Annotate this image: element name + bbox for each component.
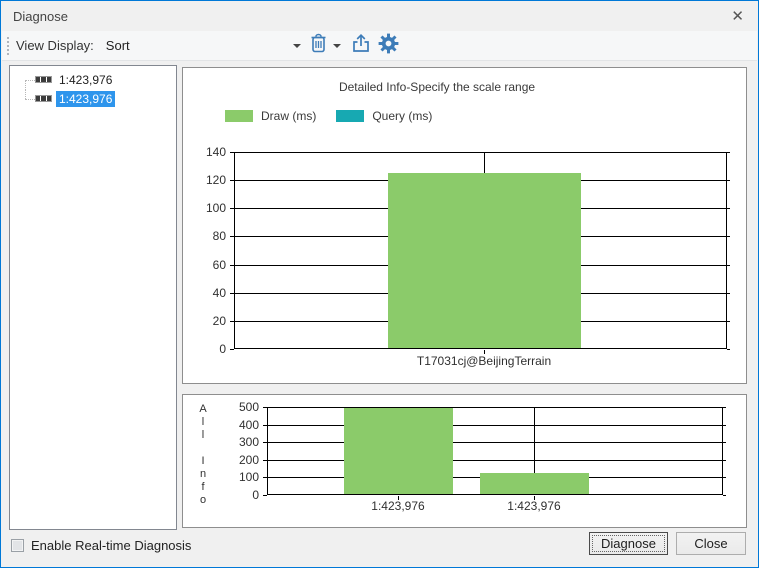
close-button[interactable]: Close <box>676 532 746 555</box>
y-axis-label: 20 <box>186 314 226 328</box>
toolbar: View Display: Sort <box>2 31 757 61</box>
chevron-down-icon <box>333 44 341 48</box>
y-tick <box>263 460 267 461</box>
y-axis-label: 0 <box>186 342 226 356</box>
y-axis-label: 500 <box>219 400 259 414</box>
y-tick <box>263 407 267 408</box>
tree-item-label: 1:423,976 <box>56 72 115 88</box>
checkbox-box[interactable] <box>11 539 24 552</box>
combobox-value: Sort <box>106 38 130 53</box>
y-tick <box>230 349 234 350</box>
y-axis-label: 200 <box>219 453 259 467</box>
y-tick <box>230 265 234 266</box>
legend-swatch <box>336 110 364 122</box>
export-icon <box>351 33 371 59</box>
bar <box>480 473 589 495</box>
tree-item-label: 1:423,976 <box>56 91 115 107</box>
tree-item[interactable]: 1:423,976 <box>20 70 176 89</box>
diagnose-dialog: Diagnose ✕ View Display: Sort <box>0 0 759 568</box>
y-axis-label: 60 <box>186 258 226 272</box>
y-tick-right <box>727 236 730 237</box>
scalebar-icon <box>36 96 51 101</box>
y-tick-right <box>727 208 730 209</box>
y-tick-right <box>723 442 726 443</box>
y-tick-right <box>727 152 730 153</box>
y-axis-label: 0 <box>219 488 259 502</box>
close-icon[interactable]: ✕ <box>731 8 744 26</box>
all-info-chart-panel: 01002003004005001:423,9761:423,976All In… <box>182 394 747 528</box>
gear-icon <box>378 33 399 59</box>
scalebar-icon <box>36 77 51 82</box>
settings-button[interactable] <box>377 34 401 58</box>
y-tick <box>230 180 234 181</box>
y-tick <box>263 495 267 496</box>
y-axis-label: 140 <box>186 145 226 159</box>
y-tick <box>230 208 234 209</box>
title-bar: Diagnose ✕ <box>2 2 757 31</box>
view-display-label: View Display: <box>16 38 94 53</box>
chart-legend: Draw (ms) Query (ms) <box>225 109 432 123</box>
y-axis-label: 100 <box>219 470 259 484</box>
y-axis-label: 80 <box>186 229 226 243</box>
legend-item: Draw (ms) <box>225 109 316 123</box>
tree-connector <box>20 70 36 89</box>
h-gridline <box>267 460 723 461</box>
x-category-label: T17031cj@BeijingTerrain <box>374 354 594 368</box>
legend-swatch <box>225 110 253 122</box>
y-tick-right <box>727 293 730 294</box>
y-tick-right <box>723 495 726 496</box>
trash-icon <box>309 33 328 59</box>
y-tick <box>263 442 267 443</box>
scale-list-panel: 1:423,976 1:423,976 <box>9 65 177 530</box>
y-axis-label: 100 <box>186 201 226 215</box>
delete-record-button[interactable] <box>307 34 331 58</box>
legend-item: Query (ms) <box>336 109 432 123</box>
y-axis-label: 400 <box>219 418 259 432</box>
export-button[interactable] <box>349 34 373 58</box>
chart-title: Detailed Info-Specify the scale range <box>183 80 691 94</box>
y-tick-right <box>723 425 726 426</box>
y-tick-right <box>723 477 726 478</box>
legend-label: Query (ms) <box>372 109 432 123</box>
y-tick-right <box>723 407 726 408</box>
diagnose-button[interactable]: Diagnose <box>589 532 668 555</box>
x-category-label: 1:423,976 <box>424 499 644 513</box>
y-tick-right <box>727 180 730 181</box>
h-gridline <box>267 442 723 443</box>
tree-item[interactable]: 1:423,976 <box>20 89 176 108</box>
y-tick-right <box>723 460 726 461</box>
delete-options-dropdown[interactable] <box>331 34 343 58</box>
checkbox-label: Enable Real-time Diagnosis <box>31 538 191 553</box>
toolbar-grip-handle[interactable] <box>6 36 10 56</box>
y-tick <box>263 425 267 426</box>
detail-chart-panel: Detailed Info-Specify the scale range Dr… <box>182 67 747 384</box>
enable-realtime-diagnosis-checkbox[interactable]: Enable Real-time Diagnosis <box>11 538 191 553</box>
y-tick <box>263 477 267 478</box>
y-tick-right <box>727 349 730 350</box>
bar <box>388 173 581 349</box>
y-axis-title: All Info <box>196 403 210 507</box>
h-gridline <box>267 425 723 426</box>
y-tick <box>230 293 234 294</box>
window-title: Diagnose <box>13 9 68 24</box>
y-axis-label: 120 <box>186 173 226 187</box>
y-axis-label: 300 <box>219 435 259 449</box>
y-tick-right <box>727 265 730 266</box>
chevron-down-icon <box>293 44 301 48</box>
legend-label: Draw (ms) <box>261 109 316 123</box>
y-tick-right <box>727 321 730 322</box>
view-display-combobox[interactable]: Sort <box>102 35 307 57</box>
y-tick <box>230 321 234 322</box>
bar <box>344 407 453 495</box>
y-tick <box>230 152 234 153</box>
tree-connector <box>20 89 36 108</box>
y-axis-label: 40 <box>186 286 226 300</box>
y-tick <box>230 236 234 237</box>
